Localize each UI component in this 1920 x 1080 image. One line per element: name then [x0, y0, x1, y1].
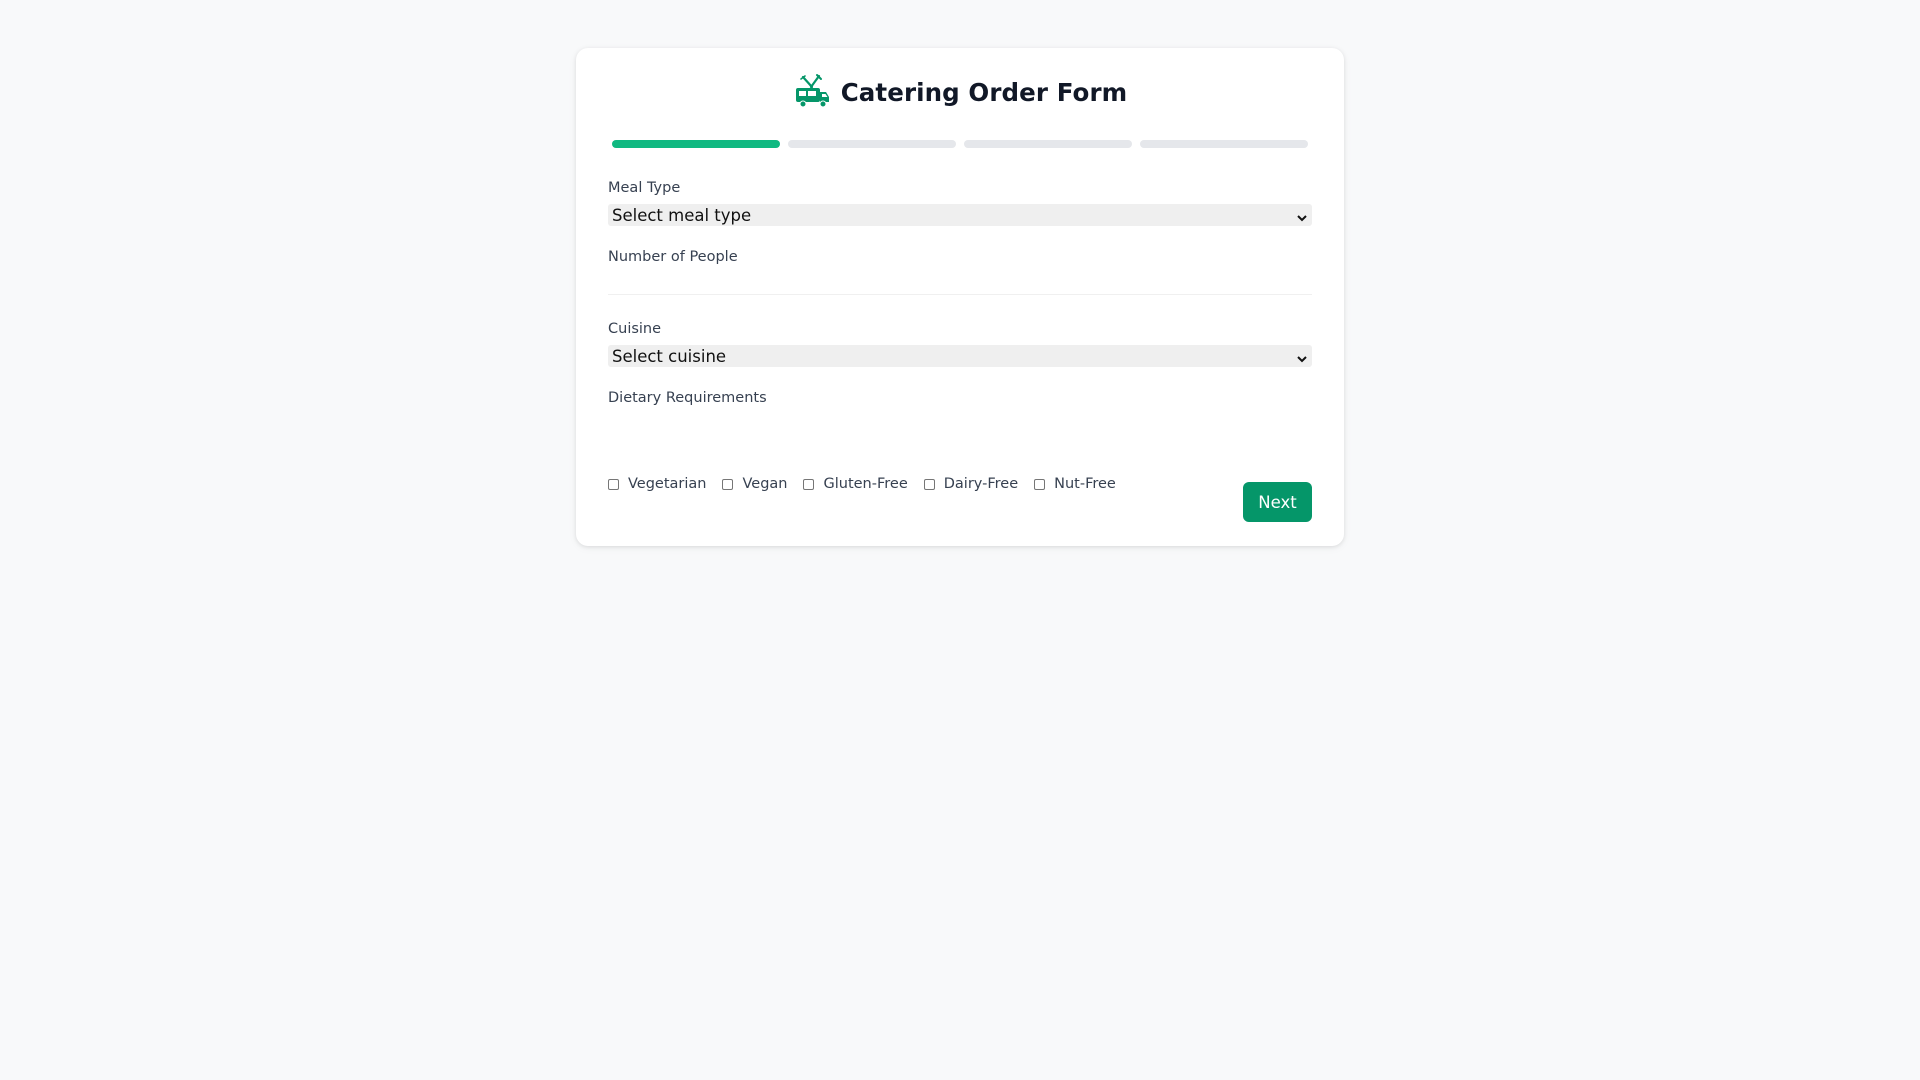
dietary-option-gluten-free[interactable]: Gluten-Free [803, 476, 908, 492]
cuisine-select[interactable]: Select cuisine [608, 345, 1312, 367]
form-title: Catering Order Form [840, 77, 1128, 107]
people-label: Number of People [608, 249, 738, 265]
checkbox[interactable] [722, 478, 734, 490]
progress-step-1 [612, 140, 780, 148]
next-button[interactable]: Next [1243, 482, 1312, 522]
meal-type-label: Meal Type [608, 180, 681, 196]
order-form-card: Catering Order Form Meal Type Select mea… [576, 48, 1344, 546]
checkbox[interactable] [1034, 478, 1046, 490]
dietary-option-vegetarian[interactable]: Vegetarian [608, 476, 706, 492]
checkbox-label: Gluten-Free [823, 476, 908, 492]
checkbox-label: Vegetarian [628, 476, 707, 492]
progress-step-3 [964, 140, 1132, 148]
dietary-option-nut-free[interactable]: Nut-Free [1034, 476, 1116, 492]
people-input[interactable] [608, 273, 1312, 295]
dietary-option-dairy-free[interactable]: Dairy-Free [923, 476, 1019, 492]
dietary-options: Vegetarian Vegan Gluten-Free Dairy-Free … [608, 474, 1132, 494]
meal-type-select[interactable]: Select meal type [608, 204, 1312, 226]
step-progress-bar [612, 140, 1308, 148]
checkbox-label: Vegan [742, 476, 788, 492]
chevron-down-icon [1296, 350, 1308, 363]
checkbox-label: Nut-Free [1054, 476, 1116, 492]
form-header: Catering Order Form [576, 70, 1344, 114]
dietary-option-vegan[interactable]: Vegan [722, 476, 787, 492]
checkbox-label: Dairy-Free [943, 476, 1019, 492]
cuisine-label: Cuisine [608, 321, 662, 337]
checkbox[interactable] [803, 478, 815, 490]
chevron-down-icon [1296, 209, 1308, 222]
meal-type-selected-value: Select meal type [612, 205, 752, 225]
progress-step-2 [788, 140, 956, 148]
dietary-label: Dietary Requirements [608, 390, 767, 406]
progress-step-4 [1140, 140, 1308, 148]
checkbox[interactable] [923, 478, 935, 490]
cuisine-selected-value: Select cuisine [612, 346, 727, 366]
food-truck-icon [793, 73, 831, 111]
checkbox[interactable] [608, 478, 619, 490]
